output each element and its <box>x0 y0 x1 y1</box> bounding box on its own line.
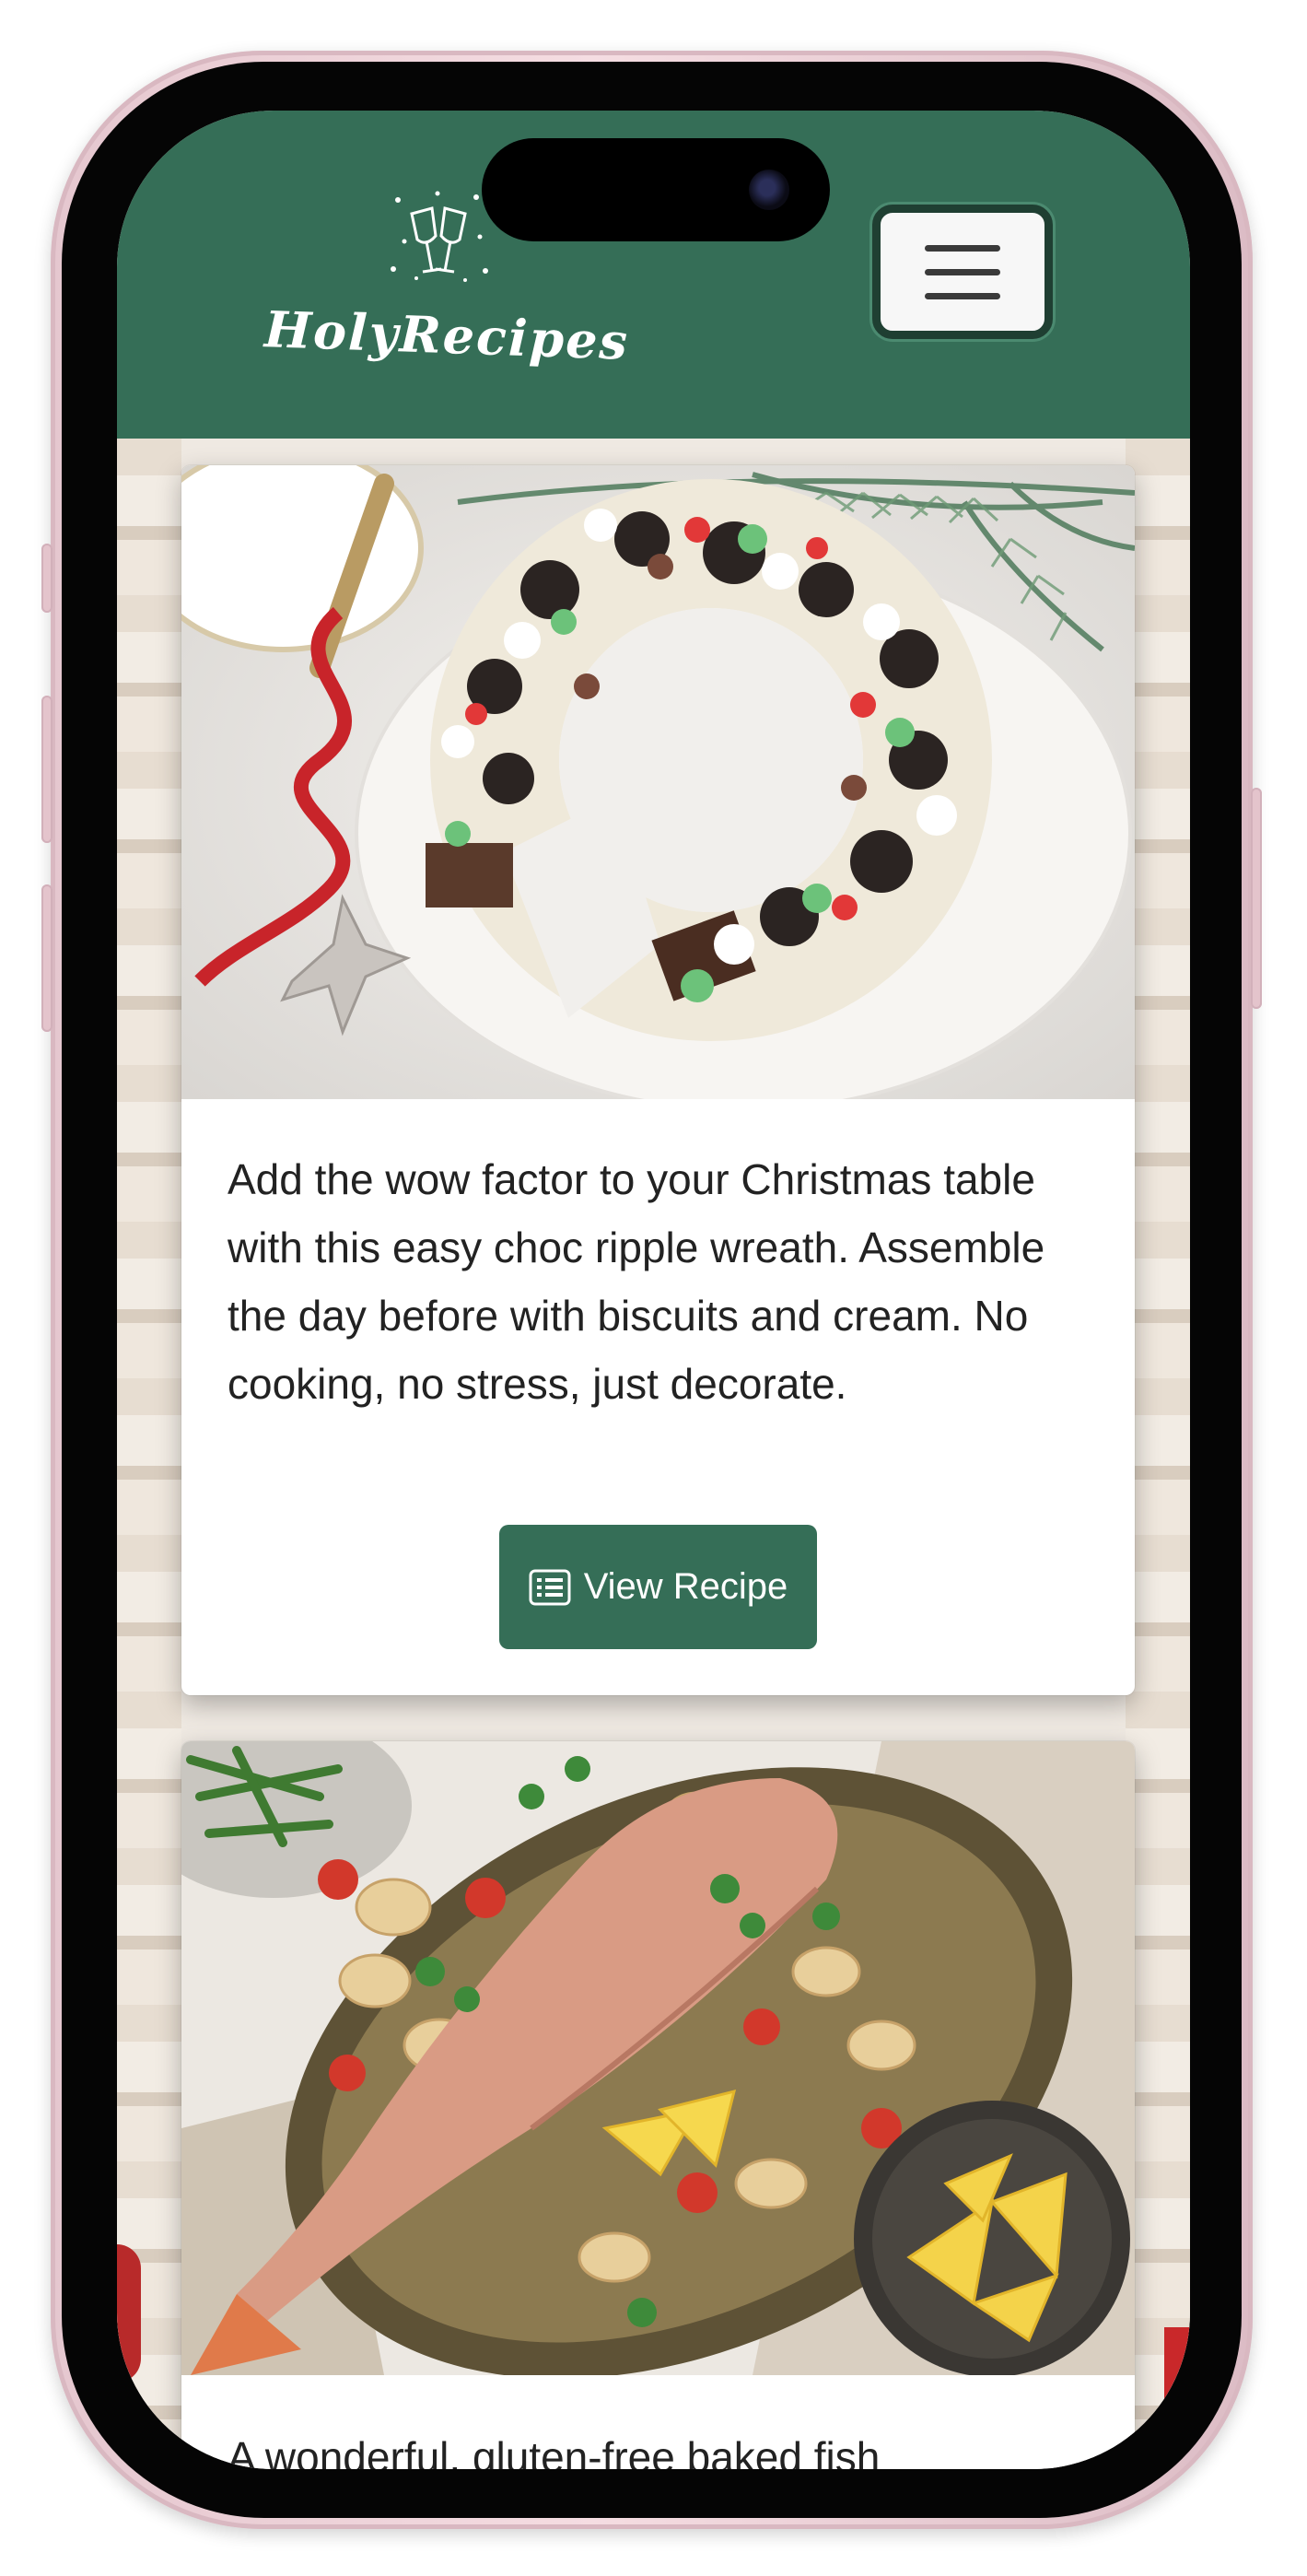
background-texture <box>1126 439 1190 2469</box>
recipe-description: A wonderful, gluten-free baked fish <box>228 2433 881 2469</box>
background-texture <box>117 439 181 2469</box>
view-recipe-label: View Recipe <box>583 1566 788 1607</box>
site-header: HolyRecipes <box>117 111 1190 439</box>
menu-toggle-button[interactable] <box>872 205 1053 339</box>
phone-side-button <box>1251 788 1262 1009</box>
recipe-image[interactable] <box>181 1741 1135 2375</box>
champagne-glasses-icon <box>391 191 488 282</box>
recipe-card: A wonderful, gluten-free baked fish <box>181 1741 1135 2469</box>
recipe-image[interactable] <box>181 465 1135 1099</box>
recipe-description: Add the wow factor to your Christmas tab… <box>228 1155 1045 1408</box>
site-title: HolyRecipes <box>263 299 631 371</box>
dynamic-island <box>482 138 830 241</box>
phone-side-button <box>41 544 53 613</box>
phone-side-button <box>41 696 53 843</box>
camera-icon <box>749 170 789 210</box>
phone-side-button <box>41 884 53 1032</box>
recipe-card: Add the wow factor to your Christmas tab… <box>181 465 1135 1695</box>
view-recipe-button[interactable]: View Recipe <box>499 1525 817 1649</box>
list-icon <box>529 1569 571 1605</box>
phone-screen: HolyRecipes Add the wow factor to your C… <box>117 111 1190 2469</box>
